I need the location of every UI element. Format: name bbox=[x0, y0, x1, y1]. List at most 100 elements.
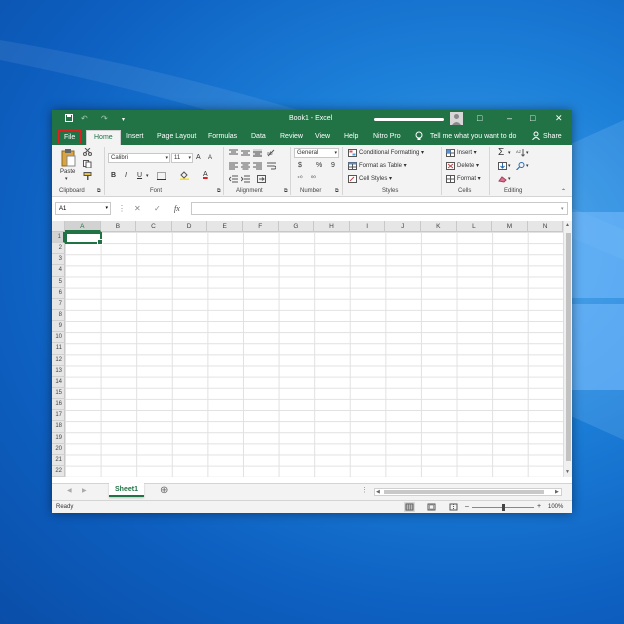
row-header-2[interactable]: 2 bbox=[52, 243, 65, 255]
row-header-5[interactable]: 5 bbox=[52, 276, 65, 288]
align-right-icon[interactable] bbox=[253, 162, 262, 170]
format-cells-icon[interactable] bbox=[446, 175, 455, 183]
wrap-text-icon[interactable] bbox=[267, 162, 277, 170]
tab-help[interactable]: Help bbox=[344, 133, 358, 140]
shrink-font-button[interactable]: A bbox=[208, 155, 212, 161]
scroll-right-icon[interactable]: ▶ bbox=[555, 489, 559, 495]
row-header-1[interactable]: 1 bbox=[52, 232, 65, 244]
tab-data[interactable]: Data bbox=[251, 133, 266, 140]
scroll-up-icon[interactable]: ▲ bbox=[565, 222, 570, 228]
tab-nitro-pro[interactable]: Nitro Pro bbox=[373, 133, 401, 140]
enter-entry-button[interactable]: ✓ bbox=[154, 204, 161, 213]
borders-icon[interactable] bbox=[157, 172, 166, 180]
cut-icon[interactable] bbox=[83, 147, 92, 156]
tab-home[interactable]: Home bbox=[86, 130, 121, 145]
format-painter-icon[interactable] bbox=[83, 172, 92, 180]
horizontal-scrollbar[interactable]: ◀ ▶ bbox=[374, 488, 562, 496]
orientation-icon[interactable]: ab bbox=[267, 149, 276, 157]
insert-function-button[interactable]: fx bbox=[174, 204, 180, 213]
column-header-d[interactable]: D bbox=[171, 221, 208, 232]
currency-button[interactable]: $ bbox=[298, 162, 302, 169]
column-header-n[interactable]: N bbox=[527, 221, 564, 232]
row-header-7[interactable]: 7 bbox=[52, 298, 65, 310]
row-header-22[interactable]: 22 bbox=[52, 465, 65, 478]
column-header-h[interactable]: H bbox=[314, 221, 350, 232]
zoom-in-button[interactable]: + bbox=[537, 503, 541, 510]
avatar[interactable] bbox=[450, 112, 463, 125]
align-bottom-icon[interactable] bbox=[253, 149, 262, 157]
fill-dropdown-icon[interactable]: ▾ bbox=[508, 163, 511, 169]
tab-review[interactable]: Review bbox=[280, 133, 303, 140]
comma-style-button[interactable]: 9 bbox=[331, 162, 335, 169]
column-header-c[interactable]: C bbox=[136, 221, 172, 232]
close-button[interactable]: ✕ bbox=[555, 113, 563, 124]
merge-center-icon[interactable] bbox=[257, 175, 266, 183]
column-header-l[interactable]: L bbox=[456, 221, 493, 232]
row-header-17[interactable]: 17 bbox=[52, 410, 65, 422]
horizontal-scroll-thumb[interactable] bbox=[384, 490, 544, 494]
lightbulb-icon[interactable] bbox=[415, 131, 423, 143]
align-left-icon[interactable] bbox=[229, 162, 238, 170]
share-icon[interactable] bbox=[532, 131, 540, 142]
tab-view[interactable]: View bbox=[315, 133, 330, 140]
increase-indent-icon[interactable] bbox=[240, 175, 250, 183]
number-format-combo[interactable]: General ▾ bbox=[294, 148, 339, 158]
ribbon-display-options-icon[interactable]: □ bbox=[477, 113, 482, 123]
next-sheet-icon[interactable]: ▶ bbox=[82, 487, 87, 494]
vertical-scroll-thumb[interactable] bbox=[566, 233, 571, 461]
sort-filter-dropdown-icon[interactable]: ▾ bbox=[526, 150, 529, 156]
column-header-b[interactable]: B bbox=[100, 221, 137, 232]
column-header-j[interactable]: J bbox=[385, 221, 421, 232]
sort-filter-icon[interactable]: AZ bbox=[516, 149, 525, 157]
alignment-launcher-icon[interactable]: ⧉ bbox=[284, 188, 288, 194]
column-header-e[interactable]: E bbox=[207, 221, 243, 232]
column-header-m[interactable]: M bbox=[492, 221, 528, 232]
formula-input[interactable] bbox=[191, 202, 568, 215]
row-header-11[interactable]: 11 bbox=[52, 343, 65, 355]
percent-button[interactable]: % bbox=[316, 162, 322, 169]
clipboard-launcher-icon[interactable]: ⧉ bbox=[97, 188, 101, 194]
autosum-icon[interactable]: Σ bbox=[498, 147, 504, 158]
format-cells-button[interactable]: Format ▾ bbox=[457, 175, 481, 182]
underline-button[interactable]: U bbox=[137, 172, 142, 179]
tab-formulas[interactable]: Formulas bbox=[208, 133, 237, 140]
decrease-decimal-button[interactable]: ⁰⁰ bbox=[311, 175, 316, 182]
row-header-21[interactable]: 21 bbox=[52, 454, 65, 466]
active-cell-a1[interactable] bbox=[65, 232, 103, 245]
tab-file[interactable]: File bbox=[58, 130, 82, 144]
cell-gridlines[interactable] bbox=[65, 232, 563, 477]
format-as-table-icon[interactable] bbox=[348, 162, 357, 170]
paste-button[interactable]: Paste bbox=[60, 169, 75, 175]
sheet-tab-sheet1[interactable]: Sheet1 bbox=[109, 483, 144, 497]
font-size-combo[interactable]: 11 ▾ bbox=[171, 153, 193, 163]
normal-view-icon[interactable] bbox=[404, 502, 415, 512]
conditional-formatting-icon[interactable] bbox=[348, 149, 357, 157]
row-header-3[interactable]: 3 bbox=[52, 254, 65, 266]
cancel-entry-button[interactable]: ✕ bbox=[134, 204, 141, 213]
fill-icon[interactable] bbox=[498, 162, 507, 170]
insert-cells-button[interactable]: Insert ▾ bbox=[457, 149, 477, 156]
cell-styles-icon[interactable] bbox=[348, 175, 357, 183]
conditional-formatting-button[interactable]: Conditional Formatting ▾ bbox=[359, 149, 424, 156]
insert-cells-icon[interactable] bbox=[446, 149, 455, 157]
align-center-icon[interactable] bbox=[241, 162, 250, 170]
column-header-i[interactable]: I bbox=[349, 221, 386, 232]
maximize-button[interactable]: □ bbox=[530, 113, 535, 123]
tell-me-search[interactable]: Tell me what you want to do bbox=[430, 133, 516, 140]
row-header-14[interactable]: 14 bbox=[52, 376, 65, 388]
row-header-6[interactable]: 6 bbox=[52, 287, 65, 299]
name-box-dropdown-icon[interactable]: ▾ bbox=[105, 205, 108, 211]
prev-sheet-icon[interactable]: ◀ bbox=[67, 487, 72, 494]
row-header-15[interactable]: 15 bbox=[52, 387, 65, 400]
select-all-corner[interactable] bbox=[52, 221, 65, 232]
row-header-12[interactable]: 12 bbox=[52, 354, 65, 366]
save-icon[interactable] bbox=[65, 114, 73, 124]
page-break-preview-icon[interactable] bbox=[448, 502, 459, 512]
row-header-4[interactable]: 4 bbox=[52, 265, 65, 277]
redo-icon[interactable]: ↷ bbox=[101, 114, 108, 123]
tab-split-handle-icon[interactable]: ⋮ bbox=[361, 486, 368, 494]
bold-button[interactable]: B bbox=[111, 172, 116, 179]
font-name-combo[interactable]: Calibri ▾ bbox=[108, 153, 170, 163]
collapse-ribbon-icon[interactable]: ⌃ bbox=[561, 188, 566, 195]
row-header-16[interactable]: 16 bbox=[52, 399, 65, 411]
